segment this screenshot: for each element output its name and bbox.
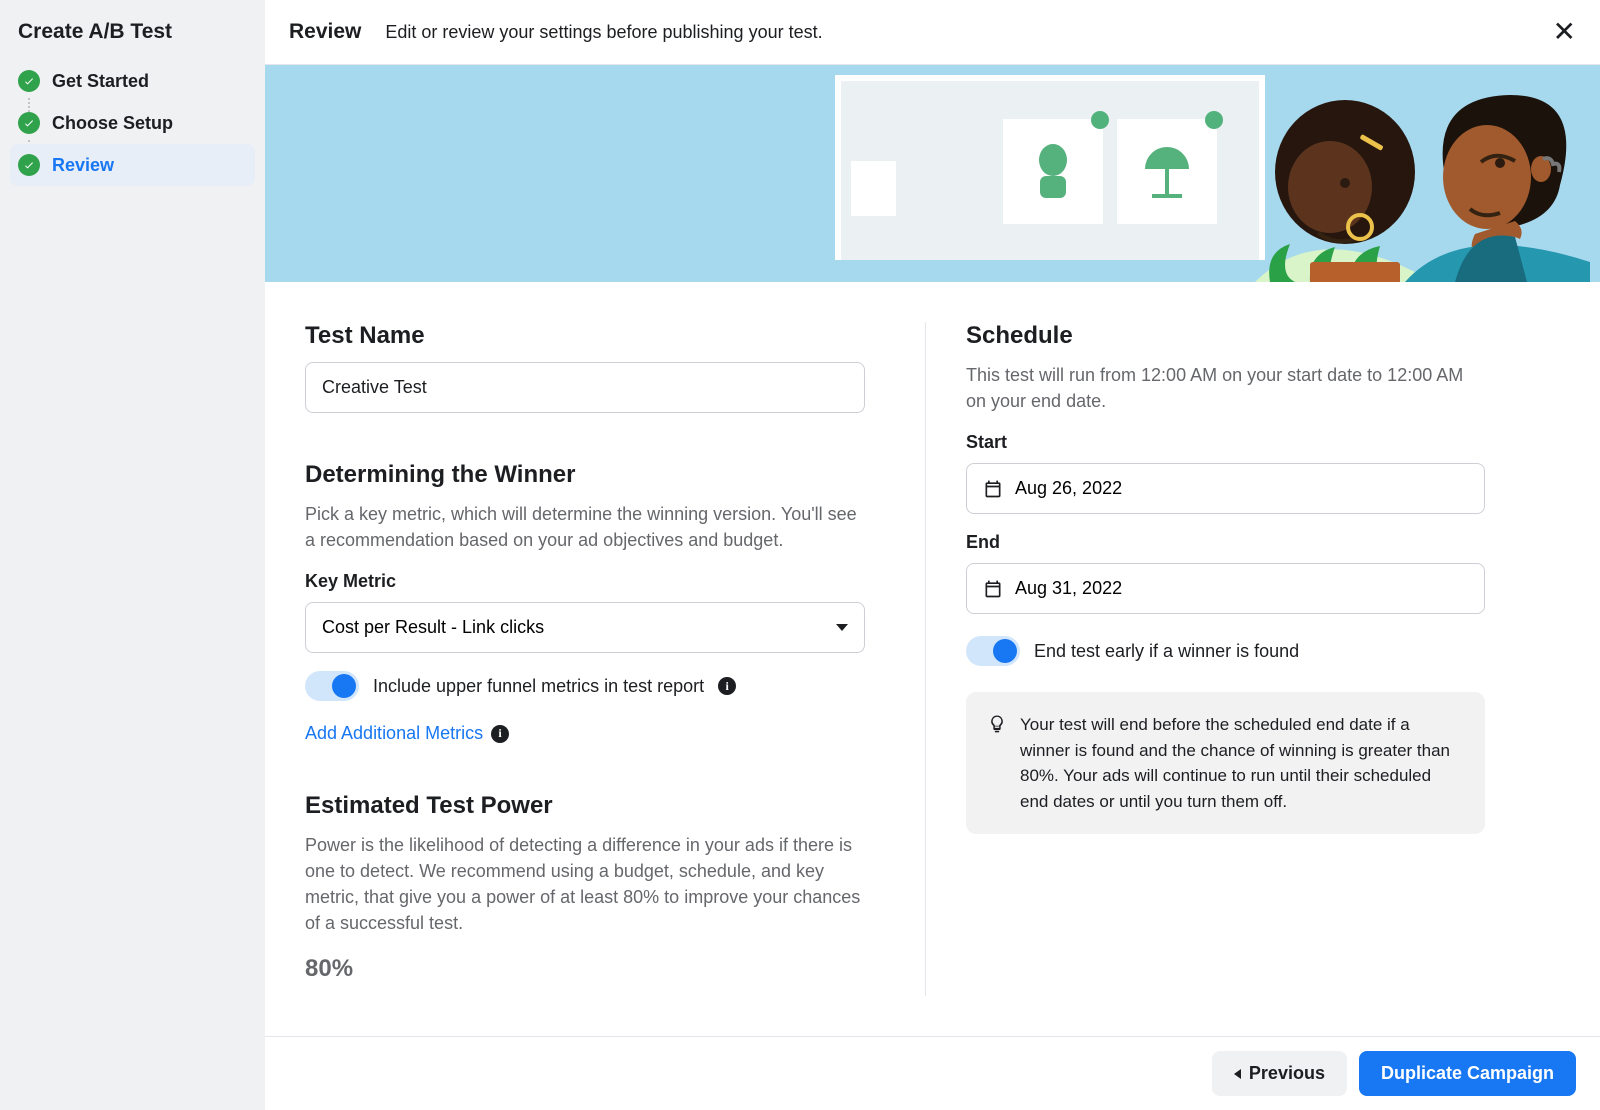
- sidebar: Create A/B Test Get Started Choose Setup…: [0, 0, 265, 1110]
- calendar-icon: [983, 479, 1003, 499]
- date-value: Aug 31, 2022: [1015, 578, 1122, 599]
- check-icon: [18, 70, 40, 92]
- chevron-down-icon: [836, 624, 848, 631]
- section-heading: Estimated Test Power: [305, 792, 865, 820]
- sidebar-title: Create A/B Test: [10, 20, 255, 60]
- date-value: Aug 26, 2022: [1015, 478, 1122, 499]
- check-icon: [18, 112, 40, 134]
- section-heading: Schedule: [966, 322, 1485, 350]
- person-illustration: [1405, 65, 1595, 282]
- info-icon[interactable]: i: [718, 677, 736, 695]
- select-value: Cost per Result - Link clicks: [322, 617, 544, 638]
- duplicate-campaign-button[interactable]: Duplicate Campaign: [1359, 1051, 1576, 1096]
- early-end-notice: Your test will end before the scheduled …: [966, 692, 1485, 834]
- section-heading: Test Name: [305, 322, 865, 350]
- test-name-input[interactable]: [305, 362, 865, 413]
- step-get-started[interactable]: Get Started: [10, 60, 255, 102]
- header-bar: Review Edit or review your settings befo…: [265, 0, 1600, 65]
- calendar-icon: [983, 579, 1003, 599]
- start-date-input[interactable]: Aug 26, 2022: [966, 463, 1485, 514]
- banner-card-lamp: [1117, 119, 1217, 224]
- power-value: 80%: [305, 955, 865, 983]
- field-label: End: [966, 532, 1485, 553]
- page-subtitle: Edit or review your settings before publ…: [385, 22, 822, 43]
- step-review[interactable]: Review: [10, 144, 255, 186]
- test-name-section: Test Name: [305, 322, 865, 413]
- field-label: Key Metric: [305, 571, 865, 592]
- step-label: Review: [52, 155, 114, 176]
- info-icon[interactable]: i: [491, 725, 509, 743]
- close-button[interactable]: ✕: [1553, 18, 1576, 46]
- section-desc: This test will run from 12:00 AM on your…: [966, 362, 1485, 414]
- field-label: Start: [966, 432, 1485, 453]
- main-panel: Review Edit or review your settings befo…: [265, 0, 1600, 1110]
- section-heading: Determining the Winner: [305, 461, 865, 489]
- banner-illustration: [265, 65, 1600, 282]
- previous-button[interactable]: Previous: [1212, 1051, 1347, 1096]
- section-desc: Power is the likelihood of detecting a d…: [305, 832, 865, 936]
- notice-text: Your test will end before the scheduled …: [1020, 712, 1463, 814]
- chevron-left-icon: [1234, 1069, 1241, 1079]
- lightbulb-icon: [988, 714, 1006, 736]
- schedule-section: Schedule This test will run from 12:00 A…: [966, 322, 1485, 834]
- toggle-label: Include upper funnel metrics in test rep…: [373, 676, 704, 697]
- end-early-toggle[interactable]: [966, 636, 1020, 666]
- person-illustration: [1250, 65, 1430, 282]
- check-icon: [18, 154, 40, 176]
- section-desc: Pick a key metric, which will determine …: [305, 501, 865, 553]
- funnel-metrics-toggle[interactable]: [305, 671, 359, 701]
- check-icon: [1205, 111, 1223, 129]
- winner-section: Determining the Winner Pick a key metric…: [305, 461, 865, 744]
- page-title: Review: [289, 20, 361, 44]
- check-icon: [1091, 111, 1109, 129]
- end-date-input[interactable]: Aug 31, 2022: [966, 563, 1485, 614]
- power-section: Estimated Test Power Power is the likeli…: [305, 792, 865, 982]
- banner-card-plant: [1003, 119, 1103, 224]
- add-metrics-link[interactable]: Add Additional Metrics i: [305, 723, 509, 744]
- step-label: Get Started: [52, 71, 149, 92]
- key-metric-select[interactable]: Cost per Result - Link clicks: [305, 602, 865, 653]
- step-choose-setup[interactable]: Choose Setup: [10, 102, 255, 144]
- footer: Previous Duplicate Campaign: [265, 1036, 1600, 1110]
- step-label: Choose Setup: [52, 113, 173, 134]
- toggle-label: End test early if a winner is found: [1034, 641, 1299, 662]
